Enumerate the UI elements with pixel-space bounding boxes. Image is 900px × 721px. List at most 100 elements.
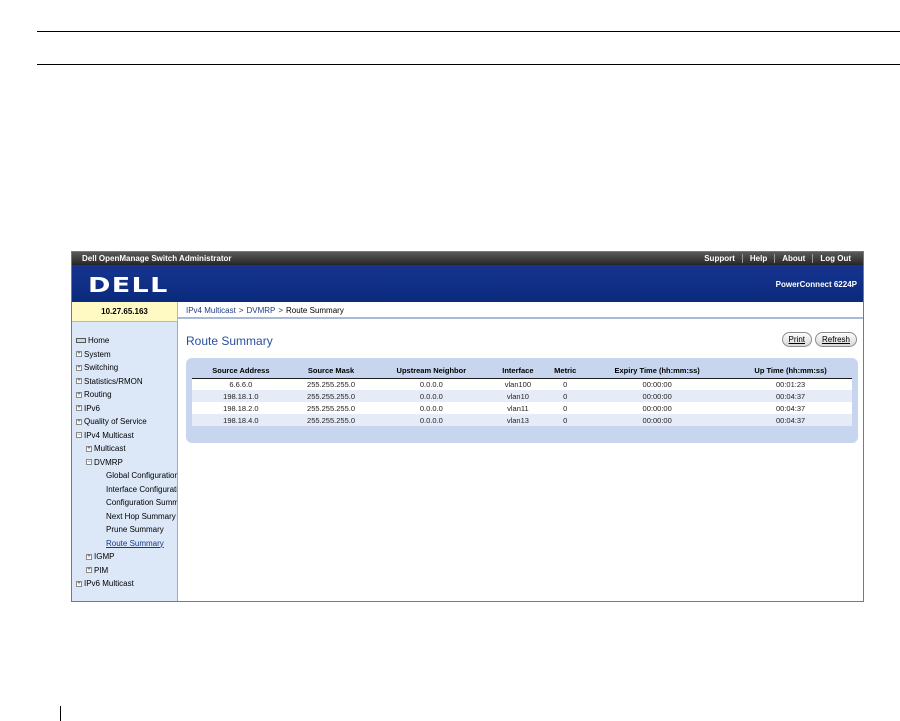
- route-summary-table: Source Address Source Mask Upstream Neig…: [192, 364, 852, 426]
- sidebar-item-label: Switching: [84, 363, 119, 372]
- expand-icon[interactable]: +: [76, 580, 82, 587]
- expand-icon[interactable]: +: [86, 553, 92, 560]
- sidebar-item-igmp[interactable]: + IGMP: [72, 550, 177, 564]
- support-link[interactable]: Support: [697, 254, 742, 263]
- sidebar-item-home[interactable]: Home: [72, 334, 177, 348]
- sidebar-nav: Home + System + Switching + Statistics/R…: [72, 322, 178, 601]
- table-row: 198.18.1.0 255.255.255.0 0.0.0.0 vlan10 …: [192, 390, 852, 402]
- breadcrumb-dvmrp[interactable]: DVMRP: [246, 306, 275, 315]
- cell-interface: vlan13: [490, 414, 546, 426]
- help-link[interactable]: Help: [741, 254, 774, 263]
- sidebar-item-label: PIM: [94, 565, 109, 575]
- col-up-time: Up Time (hh:mm:ss): [729, 364, 852, 379]
- sidebar-item-label: IGMP: [94, 552, 115, 561]
- sidebar-item-label: Home: [88, 336, 110, 345]
- cell-source-mask: 255.255.255.0: [289, 414, 373, 426]
- sidebar-item-next-hop-summary[interactable]: Next Hop Summary: [72, 510, 177, 524]
- sidebar-item-label: System: [84, 349, 111, 359]
- sidebar-item-ipv6[interactable]: + IPv6: [72, 402, 177, 416]
- sidebar-item-label: IPv6 Multicast: [84, 579, 134, 588]
- cell-expiry-time: 00:00:00: [585, 390, 730, 402]
- cell-expiry-time: 00:00:00: [585, 402, 730, 414]
- sidebar-item-label: Statistics/RMON: [84, 376, 143, 386]
- expand-icon[interactable]: +: [86, 445, 92, 452]
- cell-source-mask: 255.255.255.0: [289, 390, 373, 402]
- cell-upstream-neighbor: 0.0.0.0: [372, 414, 491, 426]
- sidebar-item-ipv4-multicast[interactable]: − IPv4 Multicast: [72, 429, 177, 443]
- collapse-icon[interactable]: −: [76, 432, 82, 439]
- sidebar-item-label: Next Hop Summary: [106, 511, 176, 521]
- about-link[interactable]: About: [774, 254, 812, 263]
- cell-source-mask: 255.255.255.0: [289, 378, 373, 390]
- sidebar-item-label: Global Configuration: [106, 471, 178, 480]
- breadcrumb-separator: >: [278, 306, 284, 315]
- expand-icon[interactable]: +: [76, 405, 82, 412]
- dell-logo: DELL: [88, 273, 169, 297]
- page-title: Route Summary: [186, 334, 273, 348]
- cell-source-address: 198.18.1.0: [192, 390, 290, 402]
- sidebar-item-label: Quality of Service: [84, 417, 147, 426]
- sidebar-item-routing[interactable]: + Routing: [72, 388, 177, 402]
- sidebar-item-switching[interactable]: + Switching: [72, 361, 177, 375]
- expand-icon[interactable]: +: [76, 391, 82, 398]
- col-source-mask: Source Mask: [289, 364, 373, 379]
- breadcrumb: IPv4 Multicast > DVMRP > Route Summary: [178, 302, 863, 319]
- sidebar-item-label: Configuration Summary: [106, 498, 177, 507]
- header-rule-bottom: [37, 64, 900, 65]
- collapse-icon[interactable]: −: [86, 459, 92, 466]
- table-header-row: Source Address Source Mask Upstream Neig…: [192, 364, 852, 379]
- cell-metric: 0: [545, 402, 586, 414]
- top-links: Support Help About Log Out: [697, 254, 858, 263]
- expand-icon[interactable]: +: [76, 378, 82, 385]
- breadcrumb-separator: >: [238, 306, 244, 315]
- cell-upstream-neighbor: 0.0.0.0: [372, 402, 491, 414]
- sidebar-item-global-configuration[interactable]: Global Configuration: [72, 469, 177, 483]
- top-bar: Dell OpenManage Switch Administrator Sup…: [72, 252, 863, 265]
- cell-expiry-time: 00:00:00: [585, 414, 730, 426]
- cell-source-address: 198.18.4.0: [192, 414, 290, 426]
- breadcrumb-ipv4-multicast[interactable]: IPv4 Multicast: [186, 306, 236, 315]
- table-row: 6.6.6.0 255.255.255.0 0.0.0.0 vlan100 0 …: [192, 378, 852, 390]
- sidebar-item-interface-configuration[interactable]: Interface Configuration: [72, 483, 177, 497]
- cell-expiry-time: 00:00:00: [585, 378, 730, 390]
- sidebar-item-route-summary[interactable]: Route Summary: [72, 537, 177, 551]
- col-metric: Metric: [545, 364, 586, 379]
- col-interface: Interface: [490, 364, 546, 379]
- expand-icon[interactable]: +: [76, 418, 82, 425]
- cell-source-address: 198.18.2.0: [192, 402, 290, 414]
- cell-up-time: 00:04:37: [729, 414, 852, 426]
- sidebar-item-dvmrp[interactable]: − DVMRP: [72, 456, 177, 470]
- col-source-address: Source Address: [192, 364, 290, 379]
- sidebar-item-qos[interactable]: + Quality of Service: [72, 415, 177, 429]
- cell-up-time: 00:04:37: [729, 402, 852, 414]
- col-upstream-neighbor: Upstream Neighbor: [372, 364, 491, 379]
- logout-link[interactable]: Log Out: [812, 254, 858, 263]
- sidebar-item-ipv6-multicast[interactable]: + IPv6 Multicast: [72, 577, 177, 591]
- expand-icon[interactable]: +: [86, 567, 92, 574]
- expand-icon[interactable]: +: [76, 351, 82, 358]
- cell-upstream-neighbor: 0.0.0.0: [372, 378, 491, 390]
- refresh-button[interactable]: Refresh: [814, 332, 857, 347]
- cell-interface: vlan100: [490, 378, 546, 390]
- sidebar-item-label: DVMRP: [94, 457, 123, 467]
- cell-up-time: 00:04:37: [729, 390, 852, 402]
- banner: DELL PowerConnect 6224P: [72, 265, 863, 302]
- breadcrumb-route-summary: Route Summary: [286, 306, 344, 315]
- cell-source-address: 6.6.6.0: [192, 378, 290, 390]
- print-button[interactable]: Print: [781, 332, 812, 347]
- sidebar-item-prune-summary[interactable]: Prune Summary: [72, 523, 177, 537]
- sidebar-item-label: Multicast: [94, 444, 126, 453]
- sidebar-item-multicast[interactable]: + Multicast: [72, 442, 177, 456]
- sidebar-item-system[interactable]: + System: [72, 348, 177, 362]
- product-name: PowerConnect 6224P: [775, 280, 857, 289]
- sidebar-item-statistics-rmon[interactable]: + Statistics/RMON: [72, 375, 177, 389]
- sidebar-item-configuration-summary[interactable]: Configuration Summary: [72, 496, 177, 510]
- sidebar-item-label: IPv6: [84, 403, 101, 413]
- sidebar-item-pim[interactable]: + PIM: [72, 564, 177, 578]
- cell-up-time: 00:01:23: [729, 378, 852, 390]
- expand-icon[interactable]: +: [76, 364, 82, 371]
- table-row: 198.18.2.0 255.255.255.0 0.0.0.0 vlan11 …: [192, 402, 852, 414]
- home-icon: [76, 338, 86, 344]
- sidebar-item-label: Routing: [84, 390, 112, 399]
- switch-admin-window: Dell OpenManage Switch Administrator Sup…: [71, 251, 864, 602]
